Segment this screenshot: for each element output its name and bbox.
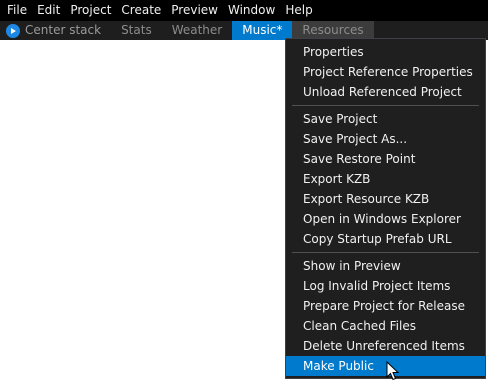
tab-weather[interactable]: Weather (162, 21, 233, 40)
menu-preview[interactable]: Preview (166, 0, 223, 21)
menu-item-prepare-project-for-release[interactable]: Prepare Project for Release (286, 296, 485, 316)
menu-separator (292, 105, 479, 106)
menu-item-save-project[interactable]: Save Project (286, 109, 485, 129)
menu-help[interactable]: Help (280, 0, 317, 21)
menu-edit[interactable]: Edit (32, 0, 65, 21)
play-icon[interactable] (6, 23, 20, 38)
menu-create[interactable]: Create (116, 0, 166, 21)
menu-item-clean-cached-files[interactable]: Clean Cached Files (286, 316, 485, 336)
menu-item-unload-referenced-project[interactable]: Unload Referenced Project (286, 82, 485, 102)
menu-bar: File Edit Project Create Preview Window … (0, 0, 488, 21)
tab-music[interactable]: Music* (232, 21, 293, 40)
menu-file[interactable]: File (2, 0, 32, 21)
tab-label: Center stack (25, 23, 102, 37)
mouse-pointer-icon (386, 361, 400, 381)
menu-project[interactable]: Project (65, 0, 116, 21)
tab-center-stack[interactable]: Center stack (0, 21, 111, 40)
menu-item-project-reference-properties[interactable]: Project Reference Properties (286, 62, 485, 82)
menu-item-open-in-windows-explorer[interactable]: Open in Windows Explorer (286, 209, 485, 229)
tab-stats[interactable]: Stats (111, 21, 162, 40)
menu-item-export-resource-kzb[interactable]: Export Resource KZB (286, 189, 485, 209)
project-context-menu: Properties Project Reference Properties … (285, 38, 486, 379)
menu-item-log-invalid-project-items[interactable]: Log Invalid Project Items (286, 276, 485, 296)
menu-item-save-restore-point[interactable]: Save Restore Point (286, 149, 485, 169)
menu-item-copy-startup-prefab-url[interactable]: Copy Startup Prefab URL (286, 229, 485, 249)
menu-window[interactable]: Window (223, 0, 280, 21)
menu-item-save-project-as[interactable]: Save Project As... (286, 129, 485, 149)
menu-item-export-kzb[interactable]: Export KZB (286, 169, 485, 189)
menu-separator (292, 252, 479, 253)
menu-item-show-in-preview[interactable]: Show in Preview (286, 256, 485, 276)
menu-item-properties[interactable]: Properties (286, 42, 485, 62)
menu-item-delete-unreferenced-items[interactable]: Delete Unreferenced Items (286, 336, 485, 356)
